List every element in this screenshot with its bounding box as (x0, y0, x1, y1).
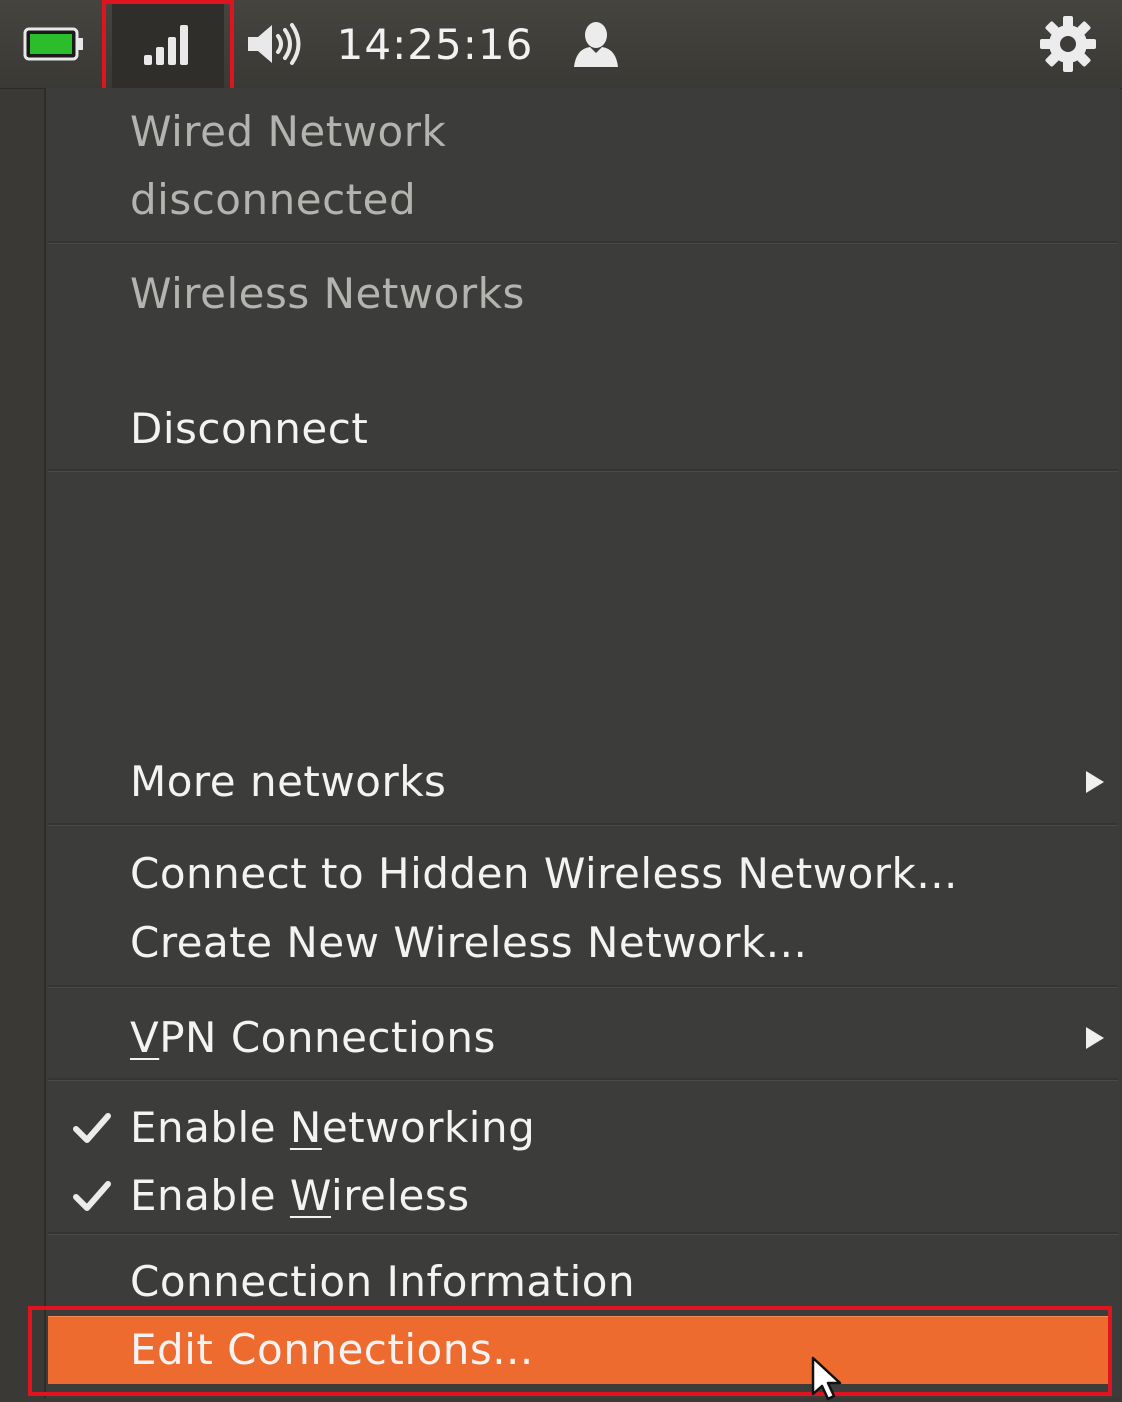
menu-item-wired-network: Wired Network (46, 98, 1120, 166)
menu-item-connect-hidden[interactable]: Connect to Hidden Wireless Network... (46, 840, 1120, 908)
edit-connections-label: Edit Connections... (130, 1325, 534, 1374)
vpn-connections-label: VPN Connections (130, 1004, 496, 1072)
menu-item-enable-networking[interactable]: Enable Networking (46, 1094, 1120, 1162)
menu-item-connection-information[interactable]: Connection Information (46, 1248, 1120, 1316)
checkmark-icon (73, 1113, 111, 1143)
menu-separator (48, 241, 1118, 244)
sound-indicator[interactable] (238, 0, 310, 88)
enable-networking-text-a: Enable (130, 1103, 290, 1152)
enable-networking-text-b: etworking (321, 1103, 536, 1152)
menu-item-enable-wireless[interactable]: Enable Wireless (46, 1162, 1120, 1230)
network-indicator[interactable] (112, 0, 224, 88)
create-new-label: Create New Wireless Network... (130, 918, 808, 967)
battery-full-icon (23, 27, 83, 61)
mnemonic-letter: V (130, 1013, 160, 1062)
menu-separator (48, 823, 1118, 826)
disconnect-label: Disconnect (130, 404, 369, 453)
checkmark-icon (73, 1181, 111, 1211)
session-menu[interactable] (1028, 0, 1108, 88)
menu-item-wired-status: disconnected (46, 166, 1120, 234)
enable-wireless-text-a: Enable (130, 1171, 290, 1220)
battery-indicator[interactable] (18, 0, 90, 88)
desktop-screen: 14:25:16 Wired Network disconnected Wire… (0, 0, 1122, 1402)
enable-wireless-text-b: ireless (331, 1171, 470, 1220)
speaker-volume-icon (248, 23, 301, 65)
menu-separator (48, 985, 1118, 988)
enable-wireless-label: Enable Wireless (130, 1162, 470, 1230)
top-panel: 14:25:16 (0, 0, 1122, 89)
network-signal-icon (144, 25, 188, 65)
connection-information-label: Connection Information (130, 1257, 636, 1306)
clock[interactable]: 14:25:16 (330, 0, 540, 88)
submenu-arrow-icon (1086, 1027, 1104, 1049)
menu-separator (48, 1078, 1118, 1081)
more-networks-label: More networks (130, 757, 447, 806)
menu-item-vpn-connections[interactable]: VPN Connections (46, 1004, 1120, 1072)
enable-networking-label: Enable Networking (130, 1094, 535, 1162)
wired-status-label: disconnected (130, 175, 417, 224)
wireless-networks-label: Wireless Networks (130, 269, 525, 318)
menu-item-wireless-header: Wireless Networks (46, 260, 1120, 328)
menu-item-create-new[interactable]: Create New Wireless Network... (46, 909, 1120, 977)
menu-item-disconnect[interactable]: Disconnect (46, 395, 1120, 463)
mouse-pointer-icon (811, 1356, 842, 1401)
submenu-arrow-icon (1086, 771, 1104, 793)
menu-item-edit-connections[interactable]: Edit Connections... (48, 1316, 1112, 1384)
menu-separator (48, 1232, 1118, 1235)
gear-icon (1040, 16, 1096, 72)
user-menu[interactable] (560, 0, 632, 88)
user-icon (574, 22, 618, 67)
wired-network-label: Wired Network (130, 107, 447, 156)
mnemonic-letter: N (289, 1103, 322, 1152)
vpn-label-rest: PN Connections (159, 1013, 496, 1062)
mnemonic-letter: W (289, 1171, 332, 1220)
network-menu: Wired Network disconnected Wireless Netw… (44, 88, 1120, 1398)
connect-hidden-label: Connect to Hidden Wireless Network... (130, 849, 958, 898)
clock-time: 14:25:16 (336, 19, 534, 69)
menu-separator (48, 469, 1118, 472)
menu-item-more-networks[interactable]: More networks (46, 748, 1120, 816)
